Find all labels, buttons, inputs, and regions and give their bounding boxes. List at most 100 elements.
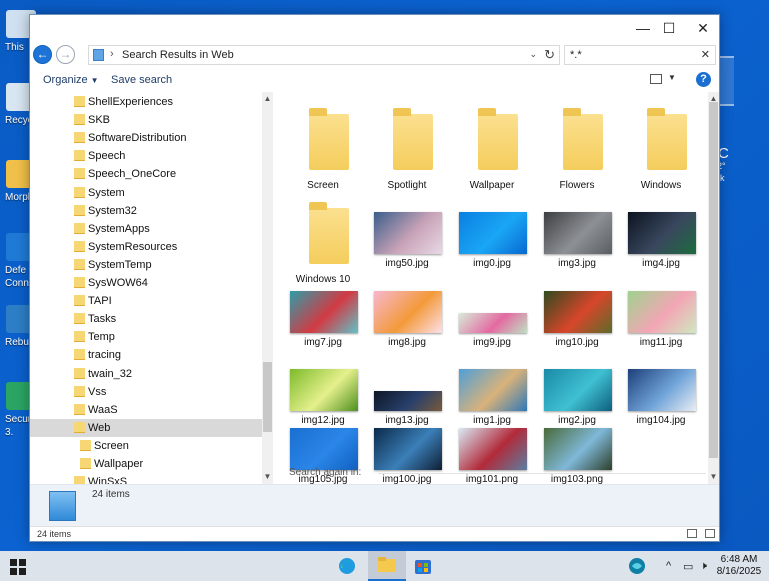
- breadcrumb-path[interactable]: Search Results in Web: [122, 49, 234, 61]
- taskbar: ^ ▭ 🕨 6:48 AM 8/16/2025: [0, 551, 769, 581]
- tree-item[interactable]: TAPI: [30, 292, 262, 310]
- tray-chevron-icon[interactable]: ^: [666, 560, 671, 572]
- refresh-icon[interactable]: ↻: [544, 47, 555, 63]
- tree-item[interactable]: SystemApps: [30, 220, 262, 238]
- tree-item-label: SystemTemp: [88, 258, 152, 271]
- folder-icon: [393, 108, 433, 170]
- view-icon[interactable]: [650, 74, 662, 84]
- close-button[interactable]: ✕: [696, 21, 710, 35]
- tree-item[interactable]: SKB: [30, 111, 262, 129]
- app-tray-icon[interactable]: [628, 557, 646, 578]
- tree-item[interactable]: twain_32: [30, 365, 262, 383]
- tree-item[interactable]: SystemResources: [30, 238, 262, 256]
- tree-item[interactable]: Vss: [30, 383, 262, 401]
- network-icon[interactable]: ▭: [683, 560, 693, 573]
- nav-scroll-thumb[interactable]: [263, 362, 272, 432]
- item-label: Windows: [640, 180, 682, 191]
- image-thumbnail: [290, 428, 358, 470]
- tree-item[interactable]: tracing: [30, 346, 262, 364]
- image-thumbnail: [290, 369, 358, 411]
- tree-item[interactable]: System: [30, 184, 262, 202]
- folder-icon: [74, 476, 85, 484]
- content-scrollbar[interactable]: ▲ ▼: [708, 92, 719, 484]
- back-button[interactable]: ←: [33, 45, 52, 64]
- item-label: Wallpaper: [469, 180, 515, 191]
- tree-item-label: System32: [88, 204, 137, 217]
- tree-item[interactable]: Speech_OneCore: [30, 165, 262, 183]
- clear-search-icon[interactable]: ✕: [701, 48, 710, 61]
- minimize-button[interactable]: —: [636, 21, 650, 35]
- folder-icon: [378, 557, 396, 572]
- organize-label: Organize: [43, 74, 88, 86]
- tree-item[interactable]: Temp: [30, 328, 262, 346]
- tree-item[interactable]: Wallpaper: [30, 455, 262, 473]
- chevron-down-icon[interactable]: ⌄: [529, 49, 537, 60]
- item-label: img12.jpg: [301, 415, 345, 426]
- nav-scrollbar[interactable]: ▲ ▼: [262, 92, 273, 484]
- status-bar: 24 items: [30, 526, 719, 541]
- folder-icon: [74, 168, 85, 180]
- folder-icon: [74, 114, 85, 126]
- image-thumbnail: [544, 291, 612, 333]
- item-label: Windows 10: [295, 274, 351, 285]
- scroll-down-icon[interactable]: ▼: [263, 472, 272, 481]
- edge-icon: [339, 558, 355, 574]
- image-thumbnail: [459, 212, 527, 254]
- tree-item[interactable]: WinSxS: [30, 473, 262, 484]
- clock[interactable]: 6:48 AM 8/16/2025: [715, 554, 763, 578]
- search-input[interactable]: *.* ✕: [564, 45, 716, 65]
- forward-button[interactable]: →: [56, 45, 75, 64]
- scroll-up-icon[interactable]: ▲: [263, 94, 272, 103]
- tree-item[interactable]: Screen: [30, 437, 262, 455]
- tree-item[interactable]: ShellExperiences: [30, 93, 262, 111]
- folder-icon: [74, 222, 85, 234]
- tree-item-label: Screen: [94, 439, 129, 452]
- search-value[interactable]: *.*: [570, 49, 582, 61]
- folder-icon: [74, 258, 85, 270]
- view-dropdown-icon[interactable]: ▼: [668, 73, 676, 82]
- tree-item-label: Speech: [88, 150, 126, 163]
- image-thumbnail: [459, 428, 527, 470]
- item-label: img50.jpg: [385, 258, 429, 269]
- start-button[interactable]: [10, 559, 26, 575]
- status-count: 24 items: [37, 529, 72, 539]
- file-explorer-taskbar-button[interactable]: [368, 551, 406, 581]
- folder-icon: [74, 331, 85, 343]
- tree-item[interactable]: Speech: [30, 147, 262, 165]
- large-icons-view-icon[interactable]: [705, 529, 715, 538]
- item-label: img11.jpg: [639, 337, 683, 348]
- scroll-down-icon[interactable]: ▼: [709, 472, 718, 481]
- tree-item[interactable]: WaaS: [30, 401, 262, 419]
- library-icon: [49, 491, 76, 521]
- folder-icon: [74, 132, 85, 144]
- tree-item[interactable]: SystemTemp: [30, 256, 262, 274]
- title-bar[interactable]: — ☐ ✕: [30, 15, 719, 42]
- address-bar[interactable]: › Search Results in Web ⌄ ↻: [88, 45, 560, 65]
- item-label: Spotlight: [387, 180, 427, 191]
- clock-date: 8/16/2025: [716, 566, 762, 577]
- tree-item-label: twain_32: [88, 367, 133, 380]
- folder-icon: [74, 349, 85, 361]
- tree-item-label: Vss: [88, 385, 107, 398]
- tree-item[interactable]: Tasks: [30, 310, 262, 328]
- arrow-right-icon: →: [59, 47, 72, 61]
- store-taskbar-button[interactable]: [404, 551, 442, 581]
- tree-item-label: WaaS: [88, 403, 118, 416]
- content-scroll-thumb[interactable]: [709, 102, 718, 458]
- help-icon[interactable]: ?: [696, 72, 711, 87]
- maximize-button[interactable]: ☐: [662, 21, 676, 35]
- edge-taskbar-button[interactable]: [328, 551, 366, 581]
- tree-item[interactable]: System32: [30, 202, 262, 220]
- volume-icon[interactable]: 🕨: [700, 560, 707, 573]
- folder-icon: [74, 421, 85, 433]
- tree-item[interactable]: SoftwareDistribution: [30, 129, 262, 147]
- image-thumbnail: [628, 291, 696, 333]
- tree-item[interactable]: SysWOW64: [30, 274, 262, 292]
- breadcrumb-separator[interactable]: ›: [110, 48, 114, 60]
- item-label: img1.jpg: [473, 415, 511, 426]
- tree-item[interactable]: Web: [30, 418, 262, 437]
- save-search-button[interactable]: Save search: [111, 74, 172, 86]
- details-view-icon[interactable]: [687, 529, 697, 538]
- tree-item-label: SoftwareDistribution: [88, 132, 187, 145]
- organize-button[interactable]: Organize ▼: [43, 74, 99, 86]
